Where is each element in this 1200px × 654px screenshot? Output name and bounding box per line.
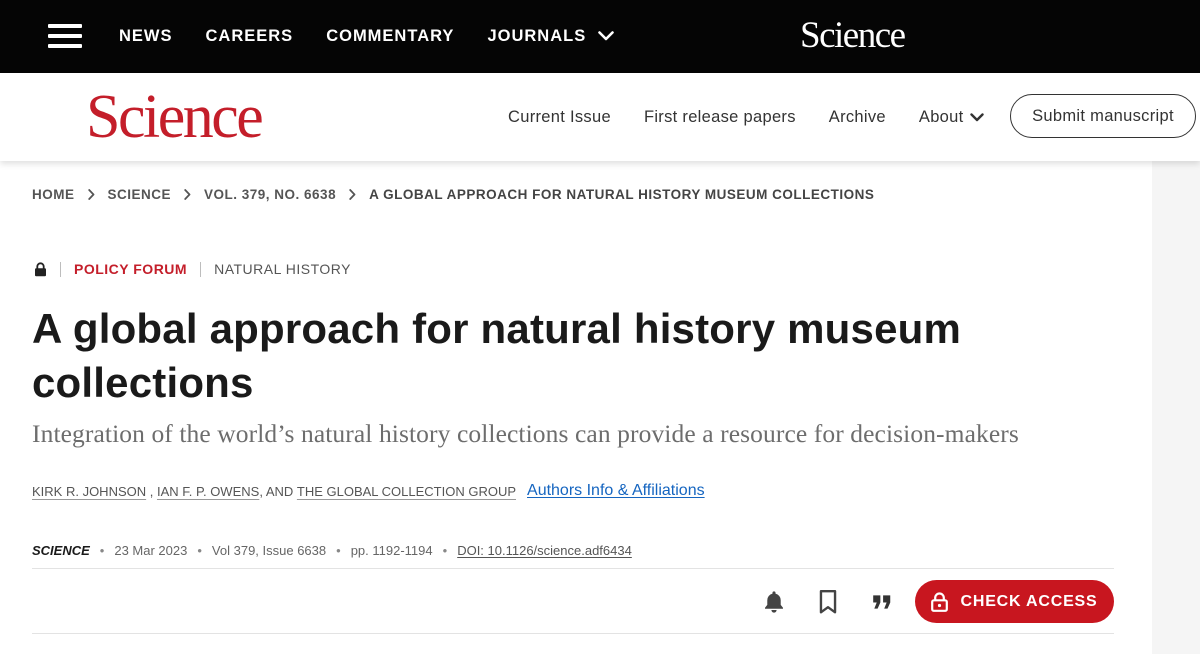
bullet-separator: • — [442, 542, 448, 558]
author-link[interactable]: THE GLOBAL COLLECTION GROUP — [297, 484, 516, 499]
chevron-right-icon — [184, 188, 191, 200]
chevron-down-icon — [598, 27, 615, 46]
bell-icon[interactable] — [760, 588, 788, 616]
divider — [60, 261, 61, 277]
chevron-down-icon — [969, 108, 984, 127]
author-separator: , — [146, 483, 157, 499]
author-link[interactable]: KIRK R. JOHNSON — [32, 484, 146, 499]
author-link[interactable]: IAN F. P. OWENS — [157, 484, 259, 499]
bullet-separator: • — [99, 542, 105, 558]
science-logo[interactable]: Science — [86, 85, 264, 149]
top-nav: NEWS CAREERS COMMENTARY JOURNALS — [119, 0, 615, 73]
nav-careers[interactable]: CAREERS — [206, 27, 294, 46]
divider — [200, 261, 202, 277]
volume-issue: Vol 379, Issue 6638 — [211, 542, 327, 558]
category-label[interactable]: POLICY FORUM — [74, 261, 187, 277]
nav-journals[interactable]: JOURNALS — [487, 27, 615, 46]
quote-icon[interactable] — [868, 588, 896, 616]
nav-about-label: About — [918, 107, 964, 126]
journal-header: Science Current Issue First release pape… — [0, 73, 1200, 161]
right-gutter — [1152, 161, 1200, 654]
top-navigation-bar: NEWS CAREERS COMMENTARY JOURNALS Science — [0, 0, 1200, 73]
bullet-separator: • — [197, 542, 202, 558]
journal-name: SCIENCE — [32, 542, 90, 558]
menu-icon[interactable] — [48, 24, 82, 48]
nav-current-issue[interactable]: Current Issue — [508, 108, 611, 127]
submit-manuscript-button[interactable]: Submit manuscript — [1010, 94, 1196, 138]
bullet-separator: • — [336, 542, 341, 558]
nav-commentary[interactable]: COMMENTARY — [326, 27, 454, 46]
nav-journals-label: JOURNALS — [487, 27, 587, 45]
publication-info: SCIENCE • 23 Mar 2023 • Vol 379, Issue 6… — [32, 541, 632, 559]
breadcrumb-volume[interactable]: VOL. 379, NO. 6638 — [204, 187, 336, 202]
nav-first-release-papers[interactable]: First release papers — [644, 108, 796, 127]
doi-link[interactable]: DOI: 10.1126/science.adf6434 — [457, 543, 632, 558]
lock-icon — [931, 591, 949, 612]
article-title: A global approach for natural history mu… — [32, 305, 962, 406]
bookmark-icon[interactable] — [814, 588, 842, 616]
divider — [32, 633, 1114, 634]
nav-about[interactable]: About — [919, 108, 984, 127]
science-logo-top[interactable]: Science — [800, 14, 906, 58]
chevron-right-icon — [87, 188, 95, 200]
authors-affiliations-link[interactable]: Authors Info & Affiliations — [527, 482, 705, 500]
lock-icon — [34, 261, 47, 277]
page-range: pp. 1192-1194 — [350, 542, 433, 558]
breadcrumb-science[interactable]: SCIENCE — [108, 187, 172, 202]
nav-archive[interactable]: Archive — [829, 108, 886, 127]
divider — [32, 568, 1114, 569]
article-subtitle: Integration of the world’s natural histo… — [32, 419, 1019, 448]
check-access-button[interactable]: CHECK ACCESS — [915, 580, 1114, 623]
nav-news[interactable]: NEWS — [119, 27, 173, 46]
article-meta: POLICY FORUM NATURAL HISTORY — [34, 260, 351, 278]
author-separator: , AND — [259, 483, 297, 499]
breadcrumb-current: A GLOBAL APPROACH FOR NATURAL HISTORY MU… — [369, 186, 875, 202]
author-list: KIRK R. JOHNSON , IAN F. P. OWENS , AND … — [32, 481, 705, 501]
chevron-right-icon — [349, 188, 356, 200]
breadcrumb-home[interactable]: HOME — [32, 187, 75, 202]
topic-label[interactable]: NATURAL HISTORY — [214, 261, 351, 277]
check-access-label: CHECK ACCESS — [960, 592, 1098, 610]
breadcrumb: HOME SCIENCE VOL. 379, NO. 6638 A GLOBAL… — [32, 185, 874, 203]
publish-date: 23 Mar 2023 — [114, 542, 188, 558]
journal-nav: Current Issue First release papers Archi… — [508, 73, 984, 161]
